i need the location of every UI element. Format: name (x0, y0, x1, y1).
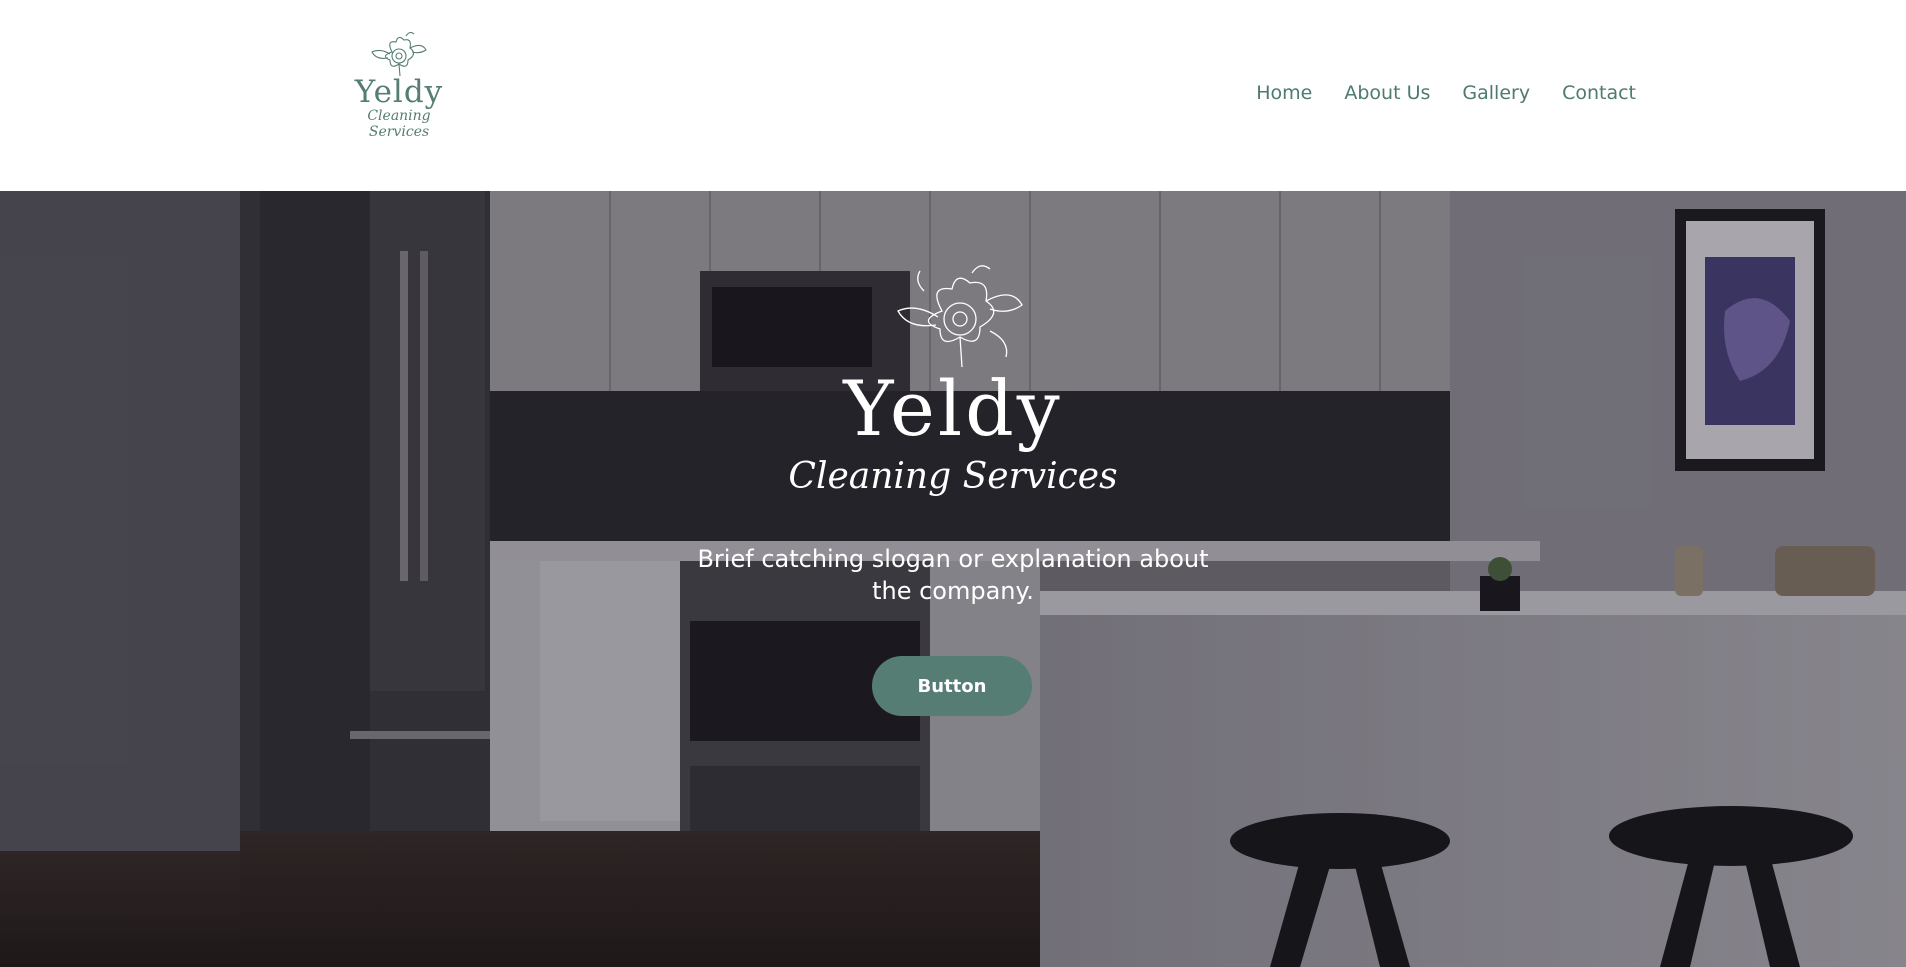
hero-slogan: Brief catching slogan or explanation abo… (697, 545, 1209, 605)
hero-content: Yeldy Cleaning Services Brief catching s… (0, 191, 1906, 967)
nav-about-us[interactable]: About Us (1344, 82, 1430, 104)
site-logo[interactable]: Yeldy Cleaning Services (344, 30, 454, 140)
hero-brand-tagline: Cleaning Services (788, 456, 1118, 497)
flower-icon (897, 265, 1023, 368)
nav-home[interactable]: Home (1256, 82, 1312, 104)
nav-contact[interactable]: Contact (1562, 82, 1636, 104)
main-nav: Home About Us Gallery Contact (1256, 82, 1636, 104)
nav-gallery[interactable]: Gallery (1462, 82, 1530, 104)
logo-name: Yeldy (354, 74, 444, 110)
hero-section: Yeldy Cleaning Services Brief catching s… (0, 191, 1906, 967)
flower-icon (371, 31, 427, 77)
hero-cta-button[interactable]: Button (872, 656, 1032, 716)
hero-brand-name: Yeldy (843, 364, 1063, 453)
site-header: Yeldy Cleaning Services Home About Us Ga… (0, 0, 1906, 190)
logo-tagline: Cleaning Services (367, 108, 431, 140)
